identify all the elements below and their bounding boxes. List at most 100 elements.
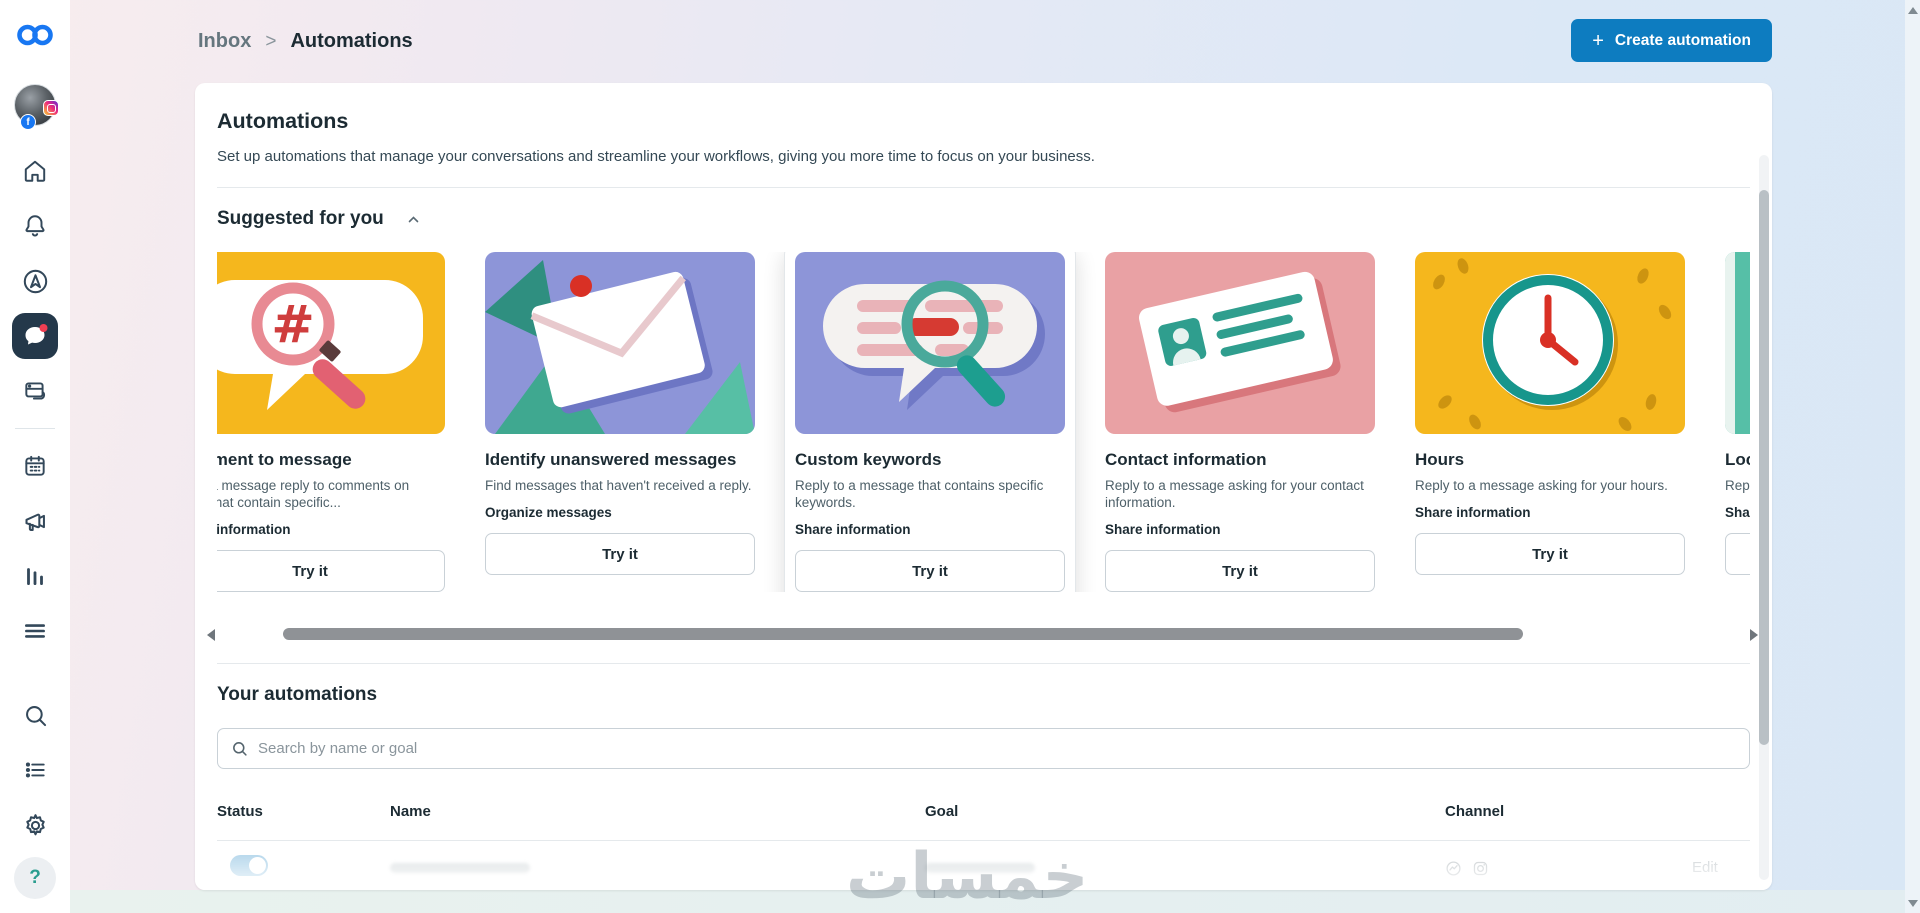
- home-icon: [24, 160, 46, 182]
- column-channel: Channel: [1445, 803, 1505, 820]
- edit-link[interactable]: Edit: [1692, 859, 1718, 876]
- card-location[interactable]: Location Reply to a message asking for y…: [1725, 252, 1750, 575]
- collapse-suggested-button[interactable]: [404, 212, 423, 227]
- card-category: Share information: [217, 522, 291, 537]
- card-title: Identify unanswered messages: [485, 450, 737, 469]
- card-category: Share information: [1415, 505, 1531, 520]
- try-it-button[interactable]: Try it: [795, 550, 1065, 592]
- divider: [217, 663, 1750, 664]
- card-comment-to-message[interactable]: # Comment to message Send a message repl…: [217, 252, 445, 592]
- breadcrumb-inbox-link[interactable]: Inbox: [198, 30, 251, 53]
- scroll-right-arrow[interactable]: [1750, 629, 1758, 641]
- plus-icon: +: [1592, 29, 1604, 52]
- card-category: Share information: [1105, 522, 1221, 537]
- card-description: Reply to a message asking for your conta…: [1105, 478, 1364, 510]
- automations-search[interactable]: [217, 728, 1750, 769]
- page-title: Automations: [217, 109, 349, 133]
- breadcrumb: Inbox > Automations: [198, 30, 413, 53]
- carousel-scrollbar-thumb[interactable]: [283, 628, 1523, 640]
- meta-infinity-icon: [17, 24, 53, 46]
- divider: [217, 187, 1750, 188]
- column-goal: Goal: [925, 803, 959, 820]
- instagram-badge-icon: [43, 100, 59, 116]
- card-description: Reply to a message that contains specifi…: [795, 478, 1044, 510]
- card-category: Share information: [795, 522, 911, 537]
- posts-icon: [25, 382, 46, 400]
- breadcrumb-separator: >: [265, 30, 277, 52]
- try-it-button[interactable]: Try it: [1415, 533, 1685, 575]
- try-it-button[interactable]: Try it: [485, 533, 755, 575]
- try-it-button[interactable]: Try it: [1105, 550, 1375, 592]
- breadcrumb-current: Automations: [290, 30, 413, 52]
- sidebar-item-notifications[interactable]: [12, 203, 58, 249]
- window-scrollbar[interactable]: [1905, 0, 1920, 913]
- location-illustration: [1725, 252, 1750, 434]
- sidebar-divider: [15, 428, 55, 429]
- sidebar-item-ads[interactable]: [12, 498, 58, 544]
- card-title: Custom keywords: [795, 450, 942, 469]
- card-hours[interactable]: Hours Reply to a message asking for your…: [1415, 252, 1685, 575]
- instagram-icon: [1473, 861, 1488, 875]
- left-sidebar: f ?: [0, 0, 70, 913]
- top-bar: Inbox > Automations + Create automation: [70, 0, 1920, 83]
- column-status: Status: [217, 803, 263, 820]
- help-question-icon: ?: [29, 867, 41, 888]
- boost-arrow-icon: [23, 269, 47, 293]
- calendar-icon: [25, 455, 45, 476]
- search-input[interactable]: [258, 740, 1736, 757]
- sidebar-item-all-tools[interactable]: [12, 608, 58, 654]
- sidebar-item-help[interactable]: ?: [14, 857, 56, 899]
- card-category: Share information: [1725, 505, 1750, 520]
- unanswered-messages-illustration: [485, 252, 755, 434]
- card-title: Location: [1725, 450, 1750, 469]
- hamburger-menu-icon: [25, 624, 45, 638]
- try-it-button[interactable]: Try it: [1725, 533, 1750, 575]
- sidebar-item-boost[interactable]: [12, 258, 58, 304]
- messenger-icon: [1446, 860, 1461, 876]
- contact-information-illustration: [1105, 252, 1375, 434]
- sidebar-item-posts[interactable]: [12, 368, 58, 414]
- sidebar-item-planner[interactable]: [12, 443, 58, 489]
- profile-avatar[interactable]: f: [14, 84, 59, 130]
- automation-toggle[interactable]: [230, 855, 268, 876]
- try-it-button[interactable]: Try it: [217, 550, 445, 592]
- sidebar-item-settings[interactable]: [12, 802, 58, 848]
- card-category: Organize messages: [485, 505, 612, 520]
- sidebar-item-inbox-active[interactable]: [12, 313, 58, 359]
- card-description: Reply to a message asking for your hours…: [1415, 478, 1668, 493]
- meta-logo[interactable]: [12, 12, 58, 58]
- scroll-down-arrow[interactable]: [1908, 900, 1918, 907]
- table-header: Status Name Goal Channel: [217, 803, 1750, 841]
- svg-text:#: #: [271, 295, 315, 355]
- list-icon: [25, 762, 45, 778]
- card-description: Find messages that haven't received a re…: [485, 478, 752, 493]
- card-description: Send a message reply to comments on post…: [217, 478, 410, 510]
- create-automation-button[interactable]: + Create automation: [1571, 19, 1772, 62]
- custom-keywords-illustration: [795, 252, 1065, 434]
- scroll-left-arrow[interactable]: [207, 629, 215, 641]
- facebook-badge-icon: f: [20, 114, 36, 130]
- card-identify-unanswered[interactable]: Identify unanswered messages Find messag…: [485, 252, 755, 575]
- suggested-section-title: Suggested for you: [217, 208, 384, 229]
- card-description: Reply to a message asking for your locat…: [1725, 478, 1750, 493]
- sidebar-item-search[interactable]: [12, 692, 58, 738]
- panel-scrollbar-thumb[interactable]: [1759, 190, 1769, 745]
- card-custom-keywords[interactable]: Custom keywords Reply to a message that …: [784, 252, 1076, 592]
- panel-scrollbar: [1759, 155, 1769, 880]
- card-contact-information[interactable]: Contact information Reply to a message a…: [1105, 252, 1375, 592]
- your-automations-title: Your automations: [217, 684, 378, 705]
- column-name: Name: [390, 803, 431, 820]
- hours-illustration: [1415, 252, 1685, 434]
- page-subtitle: Set up automations that manage your conv…: [217, 148, 1095, 165]
- automations-panel: Automations Set up automations that mana…: [195, 83, 1772, 890]
- scroll-up-arrow[interactable]: [1908, 7, 1918, 14]
- sidebar-item-tasks[interactable]: [12, 747, 58, 793]
- card-title: Hours: [1415, 450, 1465, 469]
- carousel-scrollbar: [207, 628, 1758, 641]
- bell-icon: [25, 215, 45, 237]
- row-name-redacted: [390, 863, 530, 873]
- sidebar-item-home[interactable]: [12, 148, 58, 194]
- bar-chart-icon: [27, 568, 43, 585]
- search-icon: [233, 742, 247, 756]
- sidebar-item-insights[interactable]: [12, 553, 58, 599]
